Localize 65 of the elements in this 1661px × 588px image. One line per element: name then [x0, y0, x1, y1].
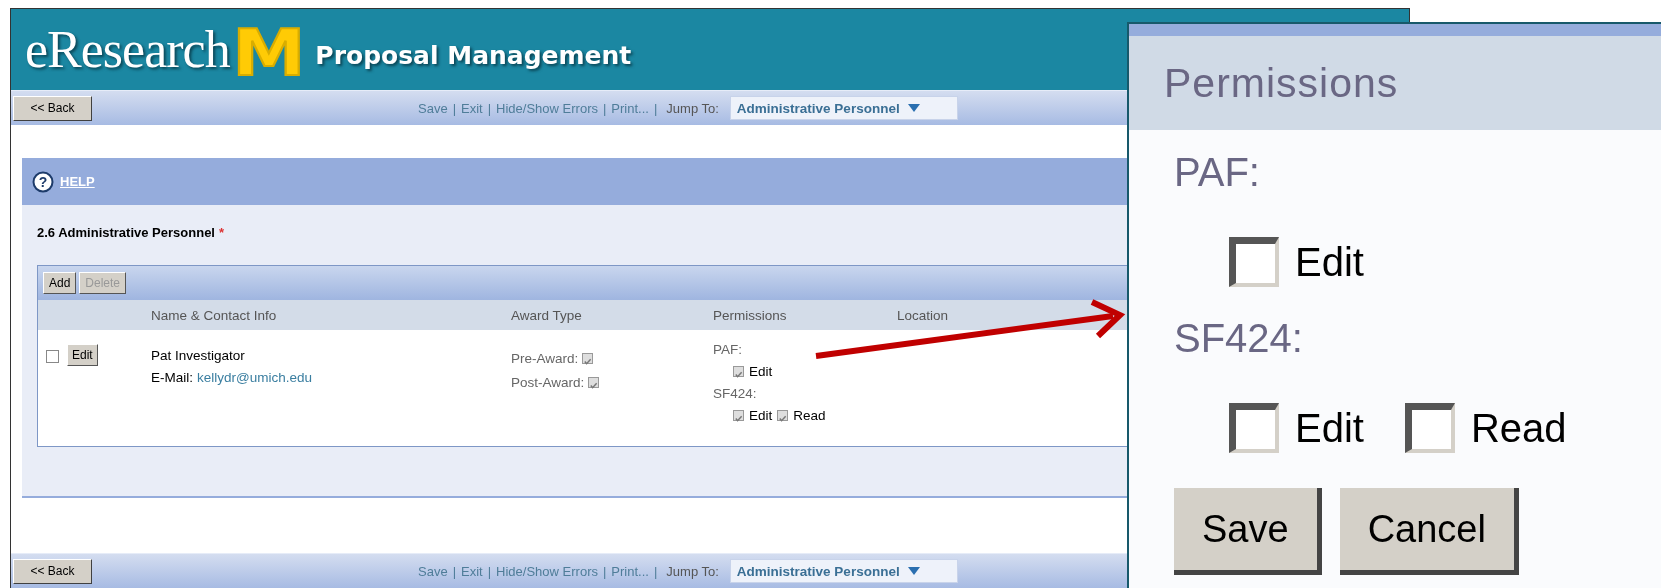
toolbar-link[interactable]: Print...	[611, 563, 649, 579]
toolbar-link[interactable]: Hide/Show Errors	[496, 563, 598, 579]
option-label: Edit	[1295, 239, 1364, 285]
toolbar-link[interactable]: Hide/Show Errors	[496, 100, 598, 116]
column-header: Permissions	[713, 307, 787, 323]
option-label: Read	[1470, 405, 1567, 451]
checkbox[interactable]	[777, 409, 789, 421]
cancel-button[interactable]: Cancel	[1339, 488, 1519, 575]
separator: |	[653, 100, 658, 116]
jump-label: Jump To:	[666, 100, 719, 116]
column-header: Name & Contact Info	[151, 307, 277, 323]
option-label: Edit	[1295, 405, 1364, 451]
option-label: Edit	[749, 363, 773, 379]
required-mark: *	[219, 225, 225, 242]
checkbox[interactable]	[733, 365, 744, 377]
toolbar-link[interactable]: Save	[418, 563, 448, 579]
back-button[interactable]: << Back	[13, 95, 92, 121]
option-label: Read	[793, 407, 826, 423]
checkbox[interactable]	[582, 352, 594, 364]
award-label: Post-Award:	[511, 374, 585, 390]
permission-group: PAF:	[1174, 150, 1661, 208]
column-header: Award Type	[511, 307, 582, 323]
separator: |	[487, 100, 492, 116]
checkbox[interactable]	[1229, 237, 1279, 287]
separator: |	[452, 100, 457, 116]
email-link[interactable]: kellydr@umich.edu	[197, 369, 313, 385]
separator: |	[653, 563, 658, 579]
dropdown-arrow-icon	[907, 567, 920, 575]
jump-label: Jump To:	[666, 563, 719, 579]
separator: |	[452, 563, 457, 579]
separator: |	[602, 563, 607, 579]
column-header: Location	[897, 307, 949, 323]
permission-group: PAF:	[713, 338, 897, 360]
dropdown-value: Administrative Personnel	[736, 100, 900, 116]
toolbar-link[interactable]: Exit	[461, 100, 483, 116]
brand-name: eResearch	[25, 20, 230, 79]
separator: |	[602, 100, 607, 116]
permission-group: SF424:	[713, 382, 897, 404]
back-button[interactable]: << Back	[13, 558, 92, 584]
dropdown-arrow-icon	[907, 104, 920, 112]
save-button[interactable]: Save	[1174, 488, 1322, 575]
toolbar-link[interactable]: Save	[418, 100, 448, 116]
jump-dropdown[interactable]: Administrative Personnel	[729, 96, 958, 120]
permission-group: SF424:	[1174, 316, 1661, 374]
edit-button[interactable]: Edit	[67, 344, 98, 366]
toolbar-link[interactable]: Exit	[461, 563, 483, 579]
separator: |	[487, 563, 492, 579]
checkbox[interactable]	[46, 350, 59, 363]
checkbox[interactable]	[733, 409, 744, 421]
help-icon[interactable]: ?	[32, 170, 54, 193]
add-button[interactable]: Add	[43, 272, 77, 294]
section-title: 2.6 Administrative Personnel	[37, 225, 215, 242]
logo-mark: M	[230, 24, 307, 81]
person-name: Pat Investigator	[151, 346, 246, 365]
option-label: Edit	[749, 407, 773, 423]
popup-title: Permissions	[1164, 59, 1399, 107]
award-label: Pre-Award:	[511, 350, 579, 366]
app-title: Proposal Management	[315, 41, 632, 70]
checkbox[interactable]	[1229, 403, 1279, 453]
jump-dropdown[interactable]: Administrative Personnel	[729, 559, 958, 583]
checkbox[interactable]	[1404, 403, 1455, 453]
email-label: E-Mail:	[151, 369, 193, 385]
toolbar-link[interactable]: Print...	[611, 100, 649, 116]
checkbox[interactable]	[588, 376, 600, 388]
dropdown-value: Administrative Personnel	[736, 563, 900, 579]
